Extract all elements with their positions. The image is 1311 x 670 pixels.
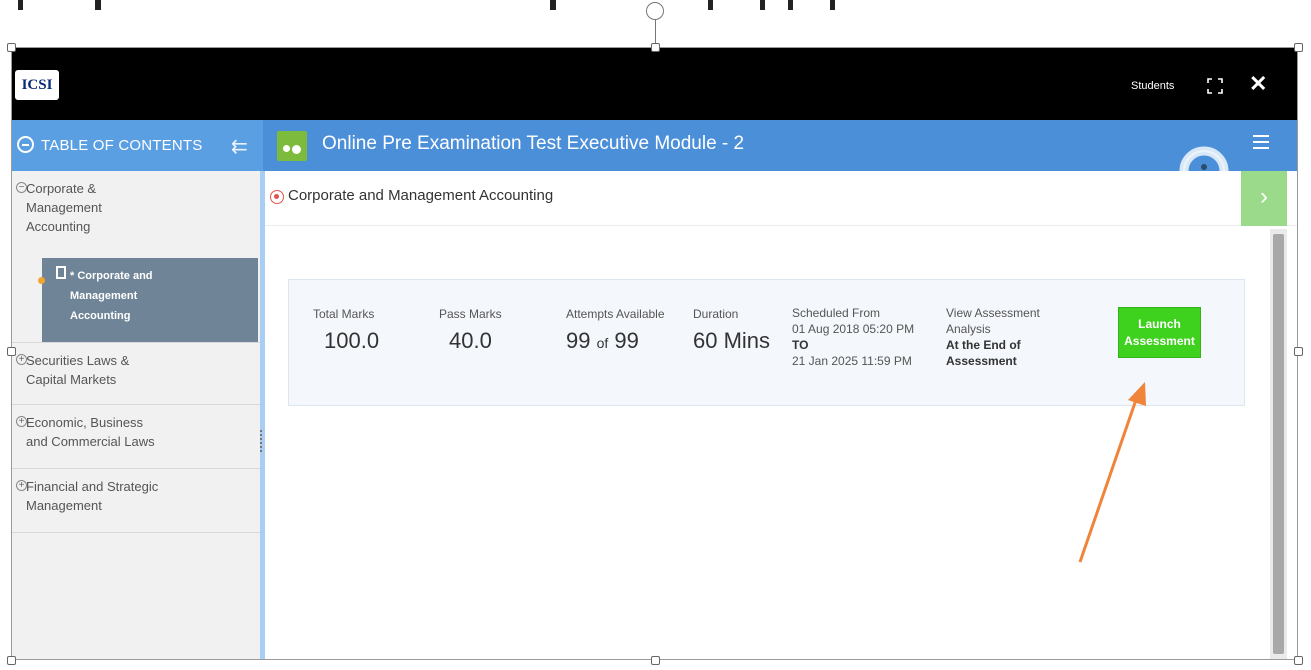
resize-handle-top[interactable] [651, 43, 660, 52]
rotate-handle[interactable] [646, 2, 664, 20]
cropped-text-fragment [95, 0, 101, 10]
resize-handle-bottom[interactable] [651, 656, 660, 665]
cropped-text-fragment [830, 0, 835, 10]
cropped-text-fragment [18, 0, 23, 10]
resize-handle-bottom-right[interactable] [1294, 656, 1303, 665]
cropped-text-fragment [708, 0, 713, 10]
cropped-text-fragment [760, 0, 765, 10]
cropped-text-fragment [788, 0, 793, 10]
resize-handle-right[interactable] [1294, 347, 1303, 356]
resize-handle-top-left[interactable] [7, 43, 16, 52]
selection-frame [11, 47, 1298, 660]
cropped-text-fragment [550, 0, 556, 10]
resize-handle-left[interactable] [7, 347, 16, 356]
resize-handle-bottom-left[interactable] [7, 656, 16, 665]
resize-handle-top-right[interactable] [1294, 43, 1303, 52]
